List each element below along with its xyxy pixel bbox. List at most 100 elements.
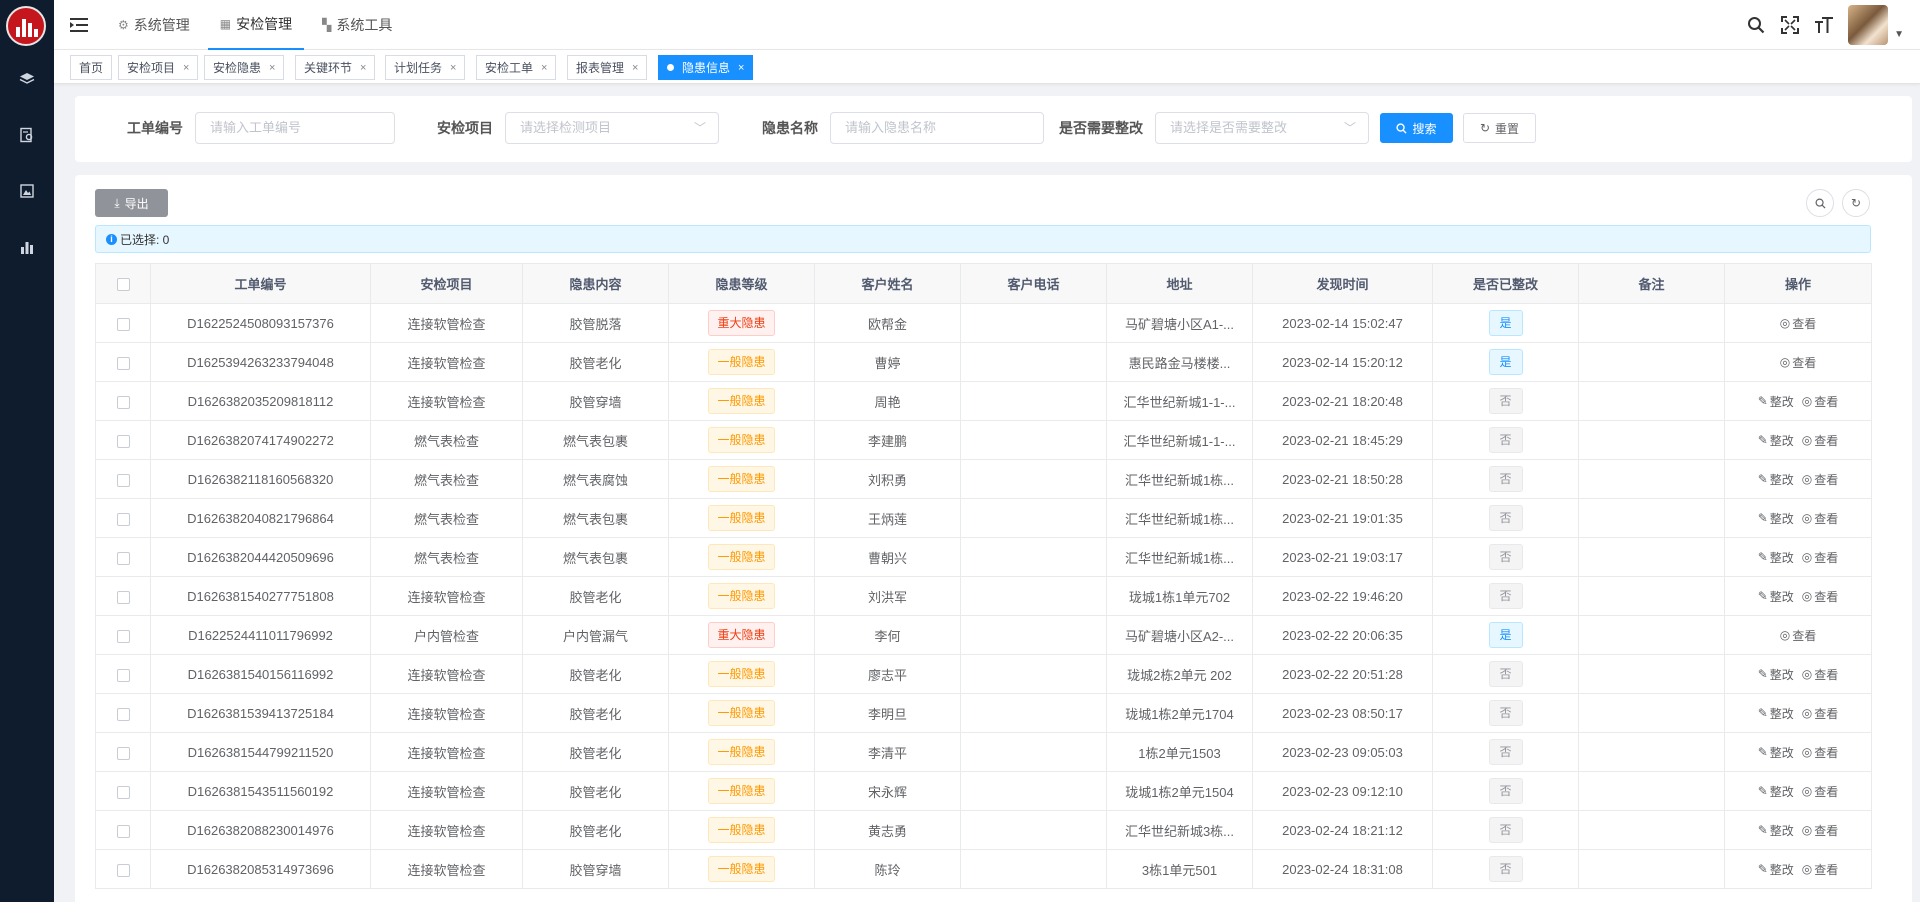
menu-safety-check[interactable]: ▦ 安检管理 (207, 0, 305, 50)
view-link[interactable]: ◎ 查看 (1802, 393, 1839, 410)
tag-check-project[interactable]: 安检项目 × (118, 55, 199, 80)
view-link[interactable]: ◎ 查看 (1802, 744, 1839, 761)
app-logo[interactable] (6, 6, 46, 46)
table-row[interactable]: D1626381539413725184 连接软管检查 胶管老化 一般隐患 李明旦 珑城1… (95, 693, 1872, 733)
close-icon[interactable]: × (738, 62, 744, 74)
layers-icon[interactable] (15, 67, 39, 91)
menu-system-manage[interactable]: ⚙ 系统管理 (106, 0, 202, 50)
row-checkbox[interactable] (116, 746, 130, 760)
menu-toggle-icon[interactable] (70, 17, 88, 33)
row-checkbox[interactable] (116, 707, 130, 721)
view-link[interactable]: ◎ 查看 (1802, 783, 1839, 800)
rectify-link[interactable]: ✎ 整改 (1758, 393, 1794, 410)
view-link[interactable]: ◎ 查看 (1802, 471, 1839, 488)
level-cell: 重大隐患 (668, 303, 815, 343)
view-link[interactable]: ◎ 查看 (1802, 510, 1839, 527)
content-cell: 户内管漏气 (522, 615, 669, 655)
export-button[interactable]: ⤓ 导出 (95, 189, 168, 217)
table-row[interactable]: D1626381544799211520 连接软管检查 胶管老化 一般隐患 李清平 1栋2… (95, 732, 1872, 772)
chevron-down-icon[interactable]: ▼ (1894, 29, 1904, 40)
rectify-select[interactable]: 请选择是否需要整改 ﹀ (1155, 112, 1369, 144)
tag-key-step[interactable]: 关键环节 × (295, 55, 376, 80)
row-checkbox[interactable] (116, 395, 130, 409)
bar-chart-icon[interactable] (15, 235, 39, 259)
hazard-name-input[interactable]: 请输入隐患名称 (830, 112, 1044, 144)
row-checkbox[interactable] (116, 317, 130, 331)
table-row[interactable]: D1626382085314973696 连接软管检查 胶管穿墙 一般隐患 陈玲 3栋1单… (95, 849, 1872, 889)
select-all-checkbox[interactable] (116, 278, 130, 292)
row-checkbox[interactable] (116, 824, 130, 838)
rectify-link[interactable]: ✎ 整改 (1758, 510, 1794, 527)
font-size-icon[interactable] (1814, 15, 1834, 35)
table-row[interactable]: D1626382118160568320 燃气表检查 燃气表腐蚀 一般隐患 刘积勇 汇华世… (95, 459, 1872, 499)
row-checkbox[interactable] (116, 785, 130, 799)
row-checkbox[interactable] (116, 434, 130, 448)
table-row[interactable]: D1626381543511560192 连接软管检查 胶管老化 一般隐患 宋永辉 珑城1… (95, 771, 1872, 811)
close-icon[interactable]: × (360, 62, 366, 74)
fullscreen-icon[interactable] (1780, 15, 1800, 35)
table-row[interactable]: D1625394263233794048 连接软管检查 胶管老化 一般隐患 曹婷 惠民路金… (95, 342, 1872, 382)
view-link[interactable]: ◎ 查看 (1802, 822, 1839, 839)
reset-button[interactable]: ↻ 重置 (1463, 113, 1536, 143)
view-link[interactable]: ◎ 查看 (1802, 432, 1839, 449)
rectify-link[interactable]: ✎ 整改 (1758, 471, 1794, 488)
order-no-input[interactable]: 请输入工单编号 (195, 112, 395, 144)
row-checkbox[interactable] (116, 590, 130, 604)
row-checkbox[interactable] (116, 668, 130, 682)
table-row[interactable]: D1626382040821796864 燃气表检查 燃气表包裹 一般隐患 王炳莲 汇华世… (95, 498, 1872, 538)
table-row[interactable]: D1622524411011796992 户内管检查 户内管漏气 重大隐患 李何 马矿碧塘… (95, 615, 1872, 655)
tag-check-hazard[interactable]: 安检隐患 × (204, 55, 285, 80)
tag-plan-task[interactable]: 计划任务 × (385, 55, 466, 80)
project-select[interactable]: 请选择检测项目 ﹀ (505, 112, 719, 144)
row-checkbox[interactable] (116, 629, 130, 643)
close-icon[interactable]: × (269, 62, 275, 74)
view-link[interactable]: ◎ 查看 (1780, 315, 1817, 332)
close-icon[interactable]: × (632, 62, 638, 74)
view-link[interactable]: ◎ 查看 (1780, 354, 1817, 371)
user-avatar[interactable] (1848, 5, 1889, 45)
document-search-icon[interactable] (15, 123, 39, 147)
table-row[interactable]: D1626382074174902272 燃气表检查 燃气表包裹 一般隐患 李建鹏 汇华世… (95, 420, 1872, 460)
close-icon[interactable]: × (183, 62, 189, 74)
table-row[interactable]: D1626381540277751808 连接软管检查 胶管老化 一般隐患 刘洪军 珑城1… (95, 576, 1872, 616)
row-checkbox[interactable] (116, 512, 130, 526)
rectify-link[interactable]: ✎ 整改 (1758, 666, 1794, 683)
view-link[interactable]: ◎ 查看 (1802, 861, 1839, 878)
view-link[interactable]: ◎ 查看 (1802, 705, 1839, 722)
view-link[interactable]: ◎ 查看 (1802, 549, 1839, 566)
rectify-link[interactable]: ✎ 整改 (1758, 432, 1794, 449)
rectified-cell: 是 (1432, 303, 1579, 343)
rectify-link[interactable]: ✎ 整改 (1758, 744, 1794, 761)
view-link[interactable]: ◎ 查看 (1802, 588, 1839, 605)
view-link[interactable]: ◎ 查看 (1780, 627, 1817, 644)
rectify-link[interactable]: ✎ 整改 (1758, 588, 1794, 605)
image-icon[interactable] (15, 179, 39, 203)
table-row[interactable]: D1626381540156116992 连接软管检查 胶管老化 一般隐患 廖志平 珑城2… (95, 654, 1872, 694)
table-row[interactable]: D1626382044420509696 燃气表检查 燃气表包裹 一般隐患 曹朝兴 汇华世… (95, 537, 1872, 577)
row-checkbox[interactable] (116, 551, 130, 565)
row-checkbox[interactable] (116, 356, 130, 370)
tag-home[interactable]: 首页 (70, 55, 113, 80)
refresh-button[interactable]: ↻ (1842, 189, 1870, 217)
search-icon[interactable] (1746, 15, 1766, 35)
table-row[interactable]: D1626382035209818112 连接软管检查 胶管穿墙 一般隐患 周艳 汇华世纪… (95, 381, 1872, 421)
close-icon[interactable]: × (541, 62, 547, 74)
view-link[interactable]: ◎ 查看 (1802, 666, 1839, 683)
rectify-link[interactable]: ✎ 整改 (1758, 783, 1794, 800)
table-row[interactable]: D1626382088230014976 连接软管检查 胶管老化 一般隐患 黄志勇 汇华世… (95, 810, 1872, 850)
content-cell: 胶管脱落 (522, 303, 669, 343)
tag-hazard-info[interactable]: 隐患信息 × (658, 55, 754, 80)
menu-system-tools[interactable]: ▚ 系统工具 (310, 0, 404, 50)
rectify-link[interactable]: ✎ 整改 (1758, 822, 1794, 839)
close-icon[interactable]: × (450, 62, 456, 74)
rectify-link[interactable]: ✎ 整改 (1758, 549, 1794, 566)
row-checkbox[interactable] (116, 863, 130, 877)
row-checkbox[interactable] (116, 473, 130, 487)
tag-check-order[interactable]: 安检工单 × (476, 55, 557, 80)
table-row[interactable]: D1622524508093157376 连接软管检查 胶管脱落 重大隐患 欧帮金 马矿碧… (95, 303, 1872, 343)
toggle-search-button[interactable] (1806, 189, 1834, 217)
tag-report[interactable]: 报表管理 × (567, 55, 648, 80)
search-button[interactable]: 搜索 (1380, 113, 1453, 143)
rectify-link[interactable]: ✎ 整改 (1758, 861, 1794, 878)
rectify-link[interactable]: ✎ 整改 (1758, 705, 1794, 722)
